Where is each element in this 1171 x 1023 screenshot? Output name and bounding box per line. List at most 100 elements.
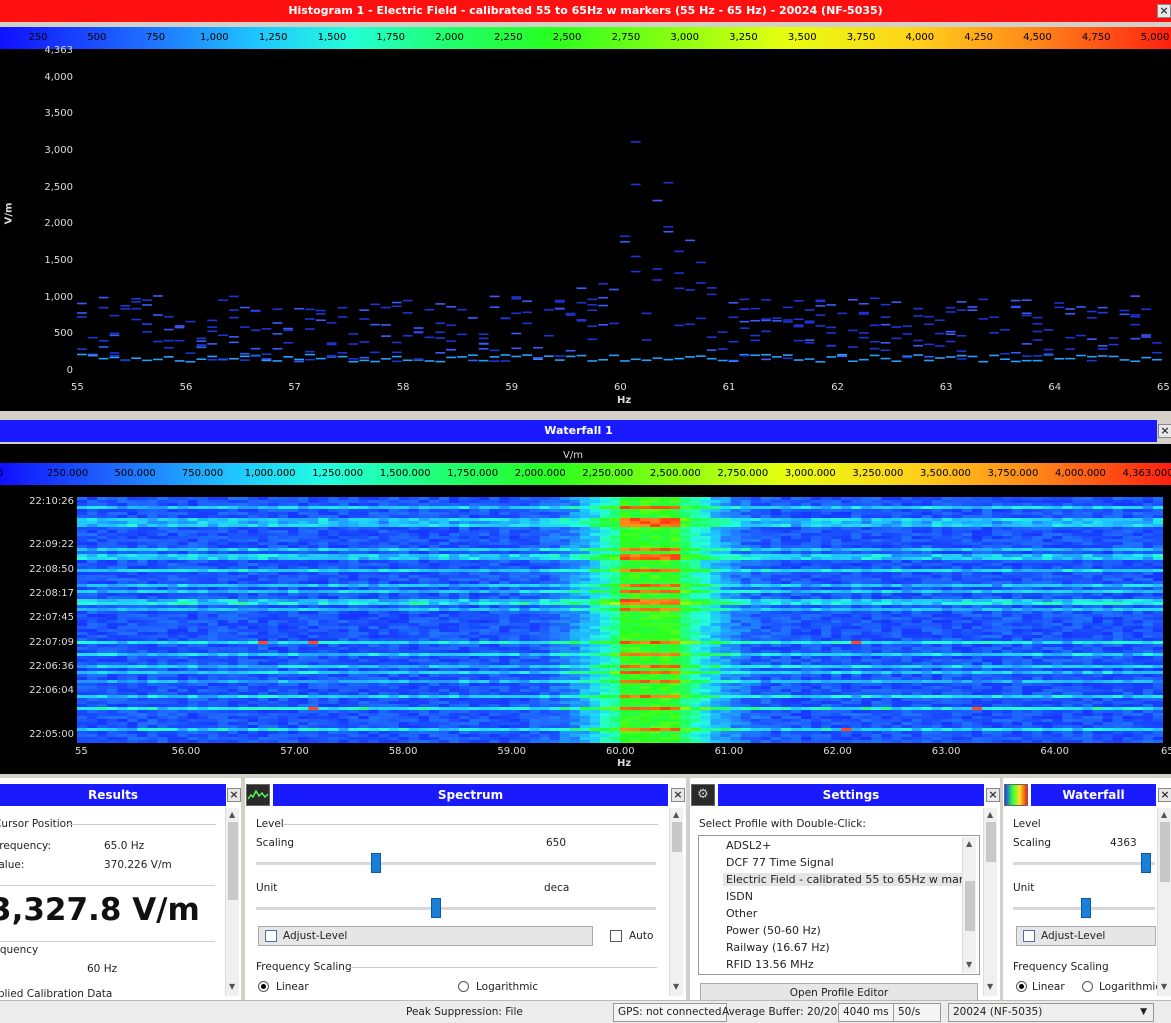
histogram-mark bbox=[533, 346, 543, 349]
waterfall-cell bbox=[640, 518, 651, 522]
waterfall-cell bbox=[268, 572, 279, 576]
waterfall-cell bbox=[499, 536, 510, 540]
waterfall-cell bbox=[318, 548, 329, 552]
waterfall-cell bbox=[1052, 530, 1063, 534]
waterfall-cell bbox=[1042, 503, 1053, 507]
waterfall-cell bbox=[177, 521, 189, 525]
waterfall-cell bbox=[519, 506, 530, 510]
waterfall-cell bbox=[609, 527, 621, 531]
waterfall-cell bbox=[97, 533, 108, 537]
waterfall-cell bbox=[449, 515, 460, 519]
waterfall-cell bbox=[1042, 587, 1053, 591]
waterfall-cell bbox=[489, 551, 500, 555]
waterfall-cell bbox=[549, 515, 561, 519]
waterfall-cell bbox=[529, 530, 541, 534]
waterfall-plot[interactable] bbox=[77, 497, 1163, 743]
waterfall-cell bbox=[308, 602, 319, 606]
waterfall-cell bbox=[147, 611, 158, 615]
waterfall-cell bbox=[881, 518, 892, 522]
waterfall-cell bbox=[982, 527, 993, 531]
waterfall-cell bbox=[901, 584, 913, 588]
histogram-close-icon[interactable]: × bbox=[1157, 4, 1171, 18]
waterfall-cell bbox=[77, 617, 88, 621]
waterfall-cell bbox=[117, 569, 128, 573]
waterfall-cell bbox=[982, 608, 993, 612]
waterfall-cell bbox=[971, 614, 983, 618]
waterfall-cell bbox=[328, 512, 339, 516]
waterfall-cell bbox=[871, 614, 882, 618]
waterfall-cell bbox=[881, 530, 892, 534]
waterfall-cell bbox=[821, 563, 832, 567]
waterfall-cell bbox=[1032, 500, 1043, 504]
waterfall-cell bbox=[640, 569, 651, 573]
waterfall-cell bbox=[801, 581, 812, 585]
waterfall-cell bbox=[780, 536, 792, 540]
waterfall-cell bbox=[821, 539, 832, 543]
waterfall-cell bbox=[801, 578, 812, 582]
waterfall-cell bbox=[871, 596, 882, 600]
waterfall-close-icon[interactable]: × bbox=[1158, 424, 1171, 438]
waterfall-cell bbox=[559, 527, 571, 531]
waterfall-cell bbox=[801, 533, 812, 537]
waterfall-cell bbox=[760, 506, 772, 510]
waterfall-cell bbox=[197, 548, 209, 552]
waterfall-cell bbox=[388, 587, 400, 591]
waterfall-cell bbox=[720, 596, 732, 600]
waterfall-cell bbox=[549, 506, 561, 510]
waterfall-cell bbox=[559, 530, 571, 534]
waterfall-cell bbox=[1072, 590, 1084, 594]
waterfall-cell bbox=[217, 536, 229, 540]
waterfall-cell bbox=[1082, 506, 1094, 510]
waterfall-cell bbox=[1082, 617, 1094, 621]
color-scale-tick: 4,250 bbox=[964, 32, 993, 43]
waterfall-cell bbox=[237, 521, 249, 525]
waterfall-cell bbox=[258, 575, 269, 579]
waterfall-cell bbox=[499, 578, 510, 582]
waterfall-cell bbox=[801, 569, 812, 573]
waterfall-cell bbox=[77, 590, 88, 594]
waterfall-cell bbox=[408, 569, 420, 573]
waterfall-cell bbox=[368, 605, 380, 609]
waterfall-cell bbox=[1062, 518, 1073, 522]
waterfall-cell bbox=[1012, 611, 1023, 615]
waterfall-cell bbox=[298, 563, 309, 567]
waterfall-cell bbox=[97, 545, 108, 549]
waterfall-cell bbox=[308, 530, 319, 534]
waterfall-cell bbox=[599, 497, 611, 501]
histogram-mark bbox=[315, 319, 326, 322]
waterfall-cell bbox=[439, 548, 450, 552]
waterfall-cell bbox=[388, 620, 400, 624]
waterfall-cell bbox=[549, 542, 561, 546]
waterfall-cell bbox=[217, 506, 229, 510]
color-scale-tick: 2,250 bbox=[493, 32, 523, 43]
waterfall-cell bbox=[1152, 575, 1163, 579]
histogram-mark bbox=[315, 309, 326, 312]
waterfall-cell bbox=[469, 545, 480, 549]
waterfall-cell bbox=[318, 557, 329, 561]
histogram-plot[interactable] bbox=[77, 52, 1163, 378]
waterfall-cell bbox=[479, 575, 490, 579]
waterfall-cell bbox=[690, 563, 701, 567]
waterfall-cell bbox=[951, 569, 963, 573]
waterfall-cell bbox=[790, 560, 802, 564]
histogram-mark bbox=[750, 339, 761, 342]
waterfall-cell bbox=[529, 560, 541, 564]
waterfall-cell bbox=[710, 566, 722, 570]
waterfall-cell bbox=[569, 536, 581, 540]
waterfall-cell bbox=[378, 563, 390, 567]
histogram-mark bbox=[880, 316, 891, 319]
waterfall-cell bbox=[237, 593, 249, 597]
waterfall-cell bbox=[418, 512, 430, 516]
waterfall-cell bbox=[539, 497, 551, 501]
waterfall-cell bbox=[951, 515, 963, 519]
waterfall-cell bbox=[107, 560, 118, 564]
waterfall-cell bbox=[1142, 614, 1154, 618]
waterfall-cell bbox=[630, 578, 641, 582]
waterfall-cell bbox=[801, 554, 812, 558]
waterfall-cell bbox=[449, 527, 460, 531]
waterfall-cell bbox=[207, 548, 219, 552]
waterfall-cell bbox=[680, 569, 691, 573]
histogram-mark bbox=[858, 332, 869, 334]
waterfall-cell bbox=[338, 545, 349, 549]
waterfall-cell bbox=[760, 617, 772, 621]
